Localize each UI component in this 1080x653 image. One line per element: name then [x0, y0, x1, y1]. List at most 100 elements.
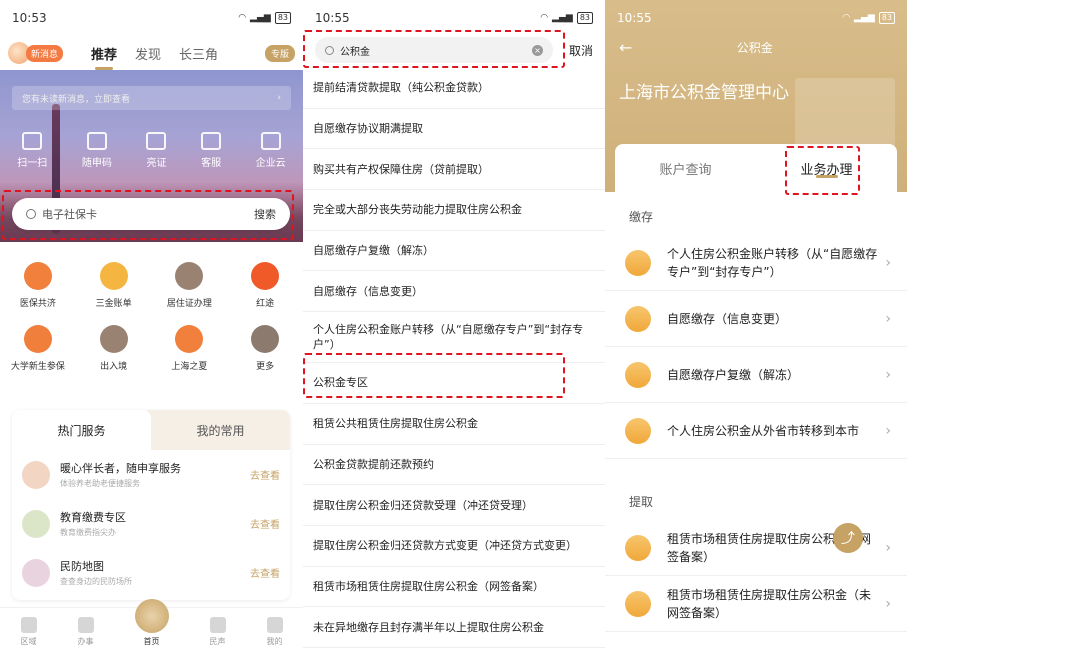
- list-item[interactable]: 公积金贷款提前还款预约: [303, 445, 605, 486]
- nav-region[interactable]: 区域: [20, 617, 37, 647]
- nav-label: 区域: [20, 637, 37, 646]
- building-illustration: [795, 78, 895, 148]
- list-item[interactable]: 自愿缴存（信息变更） ›: [605, 291, 907, 347]
- grid-item[interactable]: 大学新生参保: [0, 325, 76, 372]
- home-icon: [134, 599, 169, 633]
- service-title: 暖心伴长者，随申享服务: [60, 462, 181, 475]
- quick-action-label: 客服: [201, 158, 222, 169]
- list-item[interactable]: 购买共有产权保障住房（贷前提取）: [303, 149, 605, 191]
- go-view-link[interactable]: 去查看: [250, 467, 280, 482]
- quick-action-enterprise[interactable]: 企业云: [256, 132, 286, 169]
- quick-action-label: 随申码: [81, 158, 112, 169]
- battery-icon: 83: [274, 12, 291, 24]
- list-item[interactable]: 公积金专区: [303, 363, 605, 404]
- list-item[interactable]: 租赁公共租赁住房提取住房公积金: [303, 404, 605, 445]
- service-icon: [251, 262, 280, 290]
- quick-action-code[interactable]: 随申码: [82, 132, 112, 169]
- item-icon: [625, 590, 651, 617]
- grid-item[interactable]: 三金账单: [76, 262, 152, 309]
- chevron-right-icon: ›: [885, 254, 891, 271]
- tab-hot-services[interactable]: 热门服务: [12, 410, 151, 450]
- grid-item-label: 三金账单: [95, 299, 132, 309]
- cancel-button[interactable]: 取消: [569, 42, 593, 59]
- grid-item[interactable]: 上海之夏: [152, 325, 228, 372]
- list-item[interactable]: 未在异地缴存且封存满半年以上提取住房公积金: [303, 607, 605, 648]
- tab-my-frequent[interactable]: 我的常用: [151, 410, 290, 450]
- grid-item[interactable]: 更多: [227, 325, 303, 372]
- unread-notice-bar[interactable]: 您有未读新消息，立即查看 ›: [12, 86, 291, 110]
- tab-recommend[interactable]: 推荐: [91, 44, 117, 70]
- search-input[interactable]: 公积金 ×: [315, 37, 553, 63]
- nav-label: 我的: [266, 637, 283, 646]
- list-item[interactable]: 暖心伴长者，随申享服务 体验养老助老便捷服务 去查看: [12, 450, 290, 499]
- service-icon: [23, 262, 52, 290]
- chevron-right-icon: ›: [277, 93, 281, 103]
- quick-action-scan[interactable]: 扫一扫: [17, 132, 47, 169]
- service-icon: [23, 325, 52, 353]
- grid-item[interactable]: 居住证办理: [152, 262, 228, 309]
- clear-icon[interactable]: ×: [532, 44, 543, 56]
- quick-action-license[interactable]: 亮证: [146, 132, 167, 169]
- nav-voice[interactable]: 民声: [209, 617, 226, 647]
- nav-mine[interactable]: 我的: [266, 617, 283, 647]
- share-icon[interactable]: ⤴: [833, 523, 863, 553]
- list-item[interactable]: 个人住房公积金从外省市转移到本市 ›: [605, 403, 907, 459]
- list-item[interactable]: 民防地图 查查身边的民防场所 去查看: [12, 548, 290, 597]
- list-item[interactable]: 自愿缴存（信息变更）: [303, 271, 605, 313]
- item-icon: [625, 249, 651, 276]
- status-time: 10:55: [617, 11, 652, 25]
- list-item[interactable]: 个人住房公积金账户转移（从“自愿缴存专户”到“封存专户”）: [303, 312, 605, 364]
- item-label: 自愿缴存（信息变更）: [667, 311, 788, 326]
- nav-affairs[interactable]: 办事: [77, 617, 94, 647]
- grid-item[interactable]: 医保共济: [0, 262, 76, 309]
- go-view-link[interactable]: 去查看: [250, 516, 280, 531]
- list-item[interactable]: 个人住房公积金账户转移（从“自愿缴存专户”到“封存专户”） ›: [605, 235, 907, 291]
- quick-action-label: 企业云: [255, 158, 286, 169]
- grid-item-label: 红途: [256, 299, 275, 309]
- grid-item[interactable]: 红途: [227, 262, 303, 309]
- home-search-bar[interactable]: 电子社保卡 搜索: [12, 198, 290, 230]
- list-item[interactable]: 提取住房公积金归还贷款方式变更（冲还贷方式变更）: [303, 526, 605, 567]
- list-item[interactable]: 租赁市场租赁住房提取住房公积金（网签备案）: [303, 567, 605, 608]
- elder-mode-toggle[interactable]: 专版: [264, 44, 295, 62]
- search-button[interactable]: 搜索: [254, 206, 276, 222]
- grid-item-label: 居住证办理: [166, 299, 212, 309]
- list-item[interactable]: 提取住房公积金归还贷款受理（冲还贷受理）: [303, 485, 605, 526]
- tab-yangtze-delta[interactable]: 长三角: [179, 44, 218, 63]
- fund-tabs: 账户查询 业务办理: [615, 144, 897, 192]
- list-item[interactable]: 完全或大部分丧失劳动能力提取住房公积金: [303, 190, 605, 231]
- status-bar: 10:53 ◠ ▂▄▆ 83: [0, 0, 303, 36]
- back-arrow-icon[interactable]: ←: [619, 38, 632, 57]
- tab-discover[interactable]: 发现: [135, 44, 161, 63]
- fund-header: 10:55 ◠ ▂▄▆ 83 ← 公积金 上海市公积金管理中心 账户查询 业务办理: [605, 0, 907, 192]
- go-view-link[interactable]: 去查看: [250, 565, 280, 580]
- grid-item-label: 大学新生参保: [10, 362, 65, 372]
- list-item[interactable]: 提前结清贷款提取（纯公积金贷款）: [303, 68, 605, 109]
- pen-icon: [77, 617, 94, 633]
- graduation-cap-icon: [22, 509, 50, 538]
- list-item[interactable]: 自愿缴存户复缴（解冻）: [303, 231, 605, 272]
- item-label: 自愿缴存户复缴（解冻）: [667, 367, 800, 382]
- list-item[interactable]: 租赁市场租赁住房提取住房公积金（网签备案） ›: [605, 520, 907, 576]
- list-item[interactable]: 租赁市场租赁住房提取住房公积金（未网签备案） ›: [605, 576, 907, 632]
- grid-item-label: 更多: [256, 362, 275, 372]
- wifi-icon: ◠: [238, 13, 247, 23]
- list-item[interactable]: 教育缴费专区 教育缴费指尖办 去查看: [12, 499, 290, 548]
- chevron-right-icon: ›: [885, 539, 891, 556]
- nav-home[interactable]: 首页: [134, 599, 169, 647]
- list-item[interactable]: 自愿缴存户复缴（解冻） ›: [605, 347, 907, 403]
- search-value: 公积金: [340, 46, 370, 58]
- building-icon: [260, 132, 281, 150]
- tab-business[interactable]: 业务办理: [756, 144, 897, 192]
- page-title: 公积金: [736, 40, 773, 55]
- list-item[interactable]: 自愿缴存协议期满提取: [303, 109, 605, 150]
- scan-icon: [22, 132, 43, 150]
- search-icon: [26, 209, 36, 219]
- tab-account-query[interactable]: 账户查询: [615, 144, 756, 192]
- quick-action-label: 亮证: [146, 158, 167, 169]
- item-label: 个人住房公积金账户转移（从“自愿缴存专户”到“封存专户”）: [667, 246, 878, 279]
- item-icon: [625, 361, 651, 388]
- grid-item[interactable]: 出入境: [76, 325, 152, 372]
- new-message-badge[interactable]: 新消息: [26, 44, 64, 62]
- quick-action-service[interactable]: 客服: [201, 132, 222, 169]
